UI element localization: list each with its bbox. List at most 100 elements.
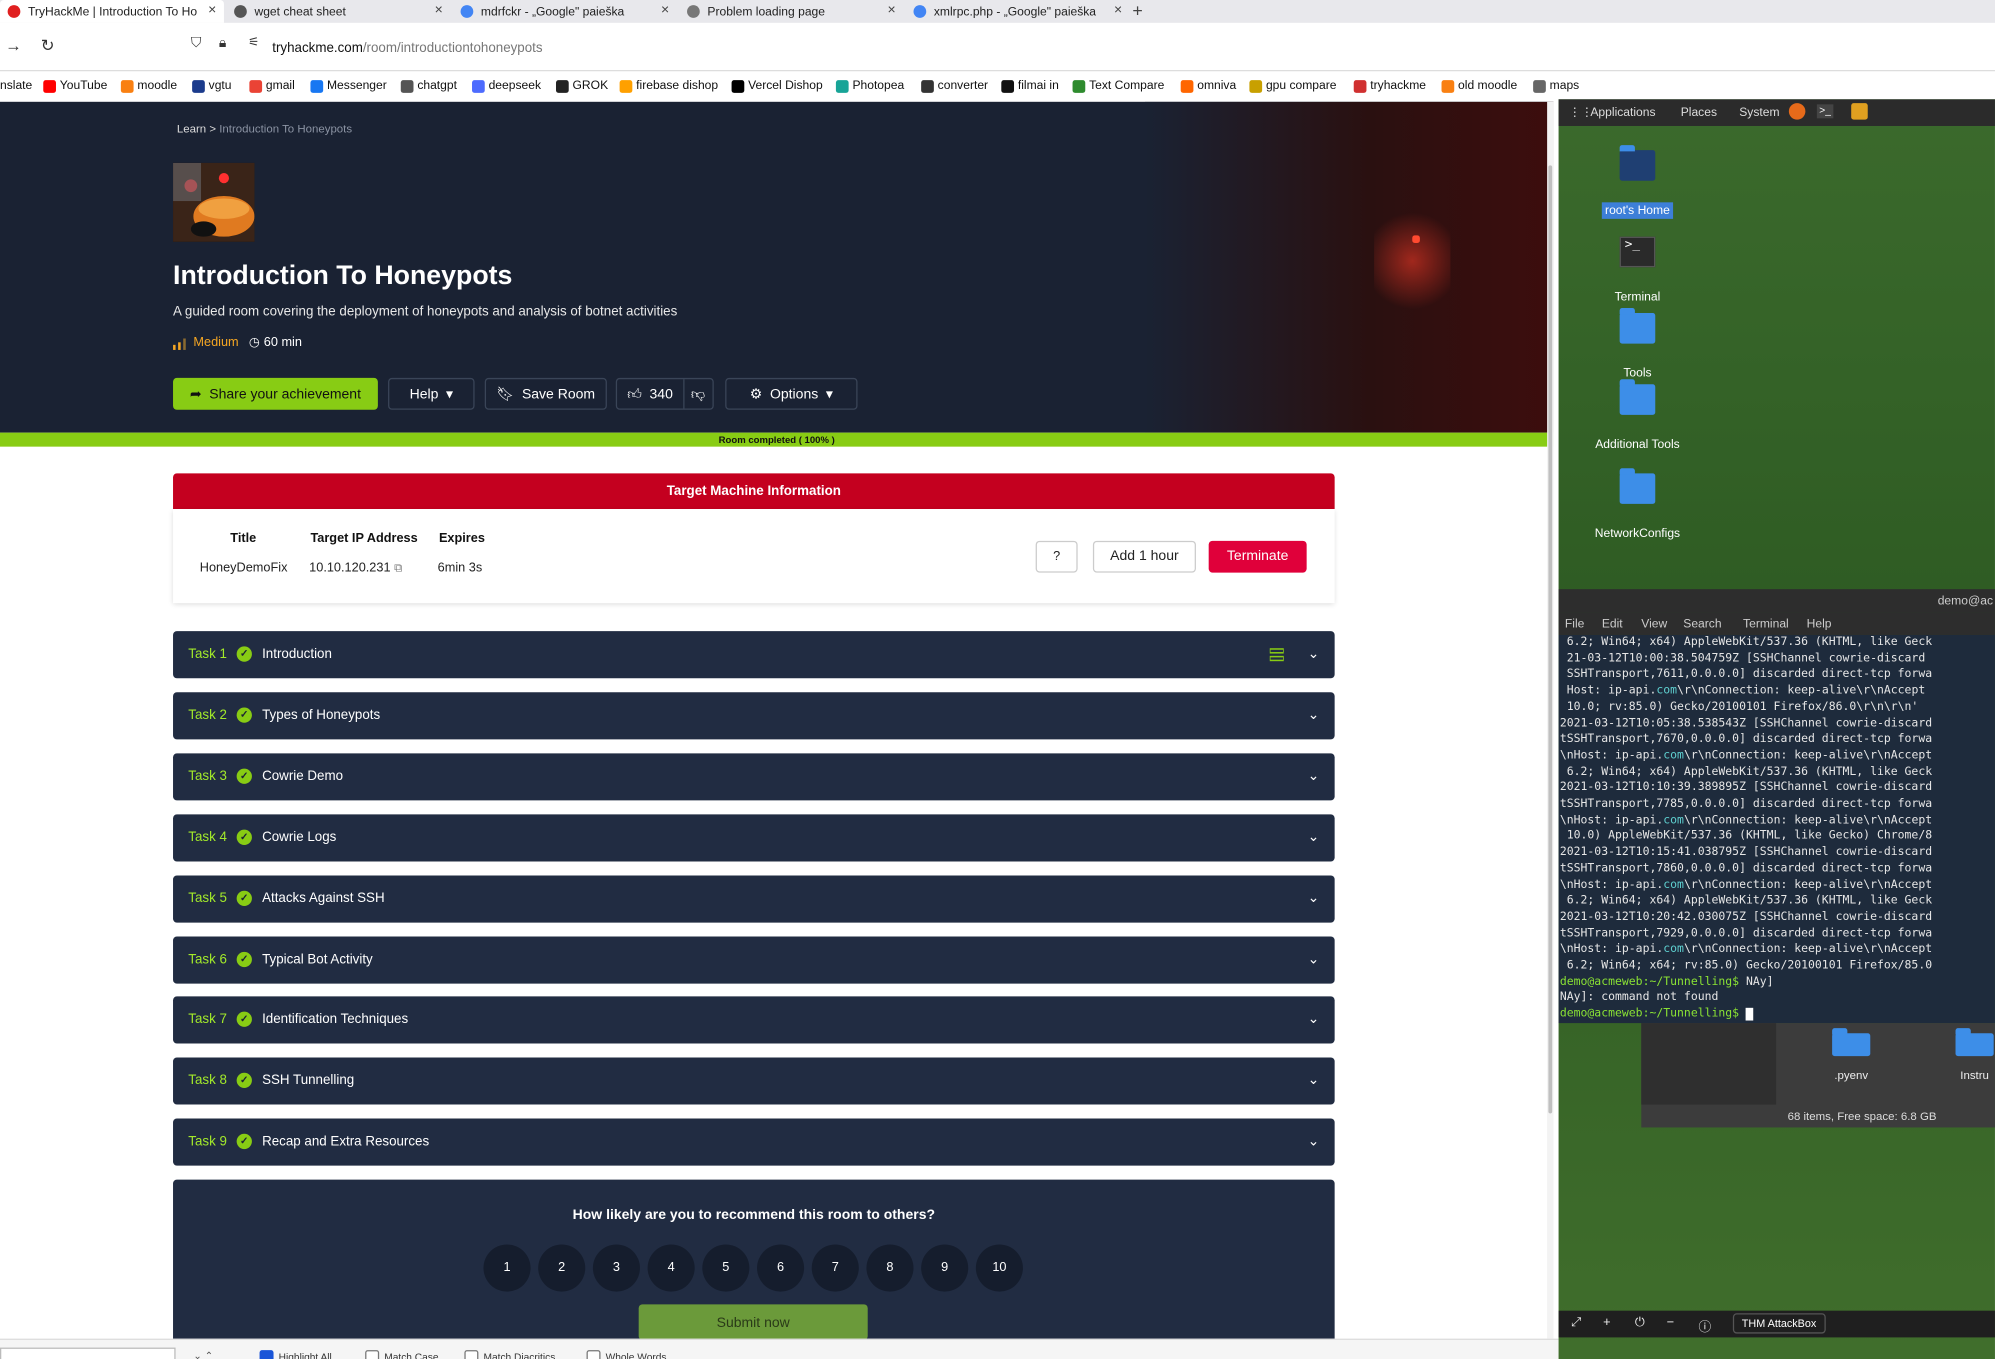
- chevron-down-icon[interactable]: ⌄: [1308, 706, 1320, 723]
- checkbox[interactable]: [365, 1350, 380, 1359]
- task-item[interactable]: Task 7 ✓ Identification Techniques ⌄: [173, 996, 1335, 1044]
- help-button[interactable]: Help ▾: [388, 377, 475, 410]
- bookmark-item[interactable]: filmai in: [1001, 79, 1059, 93]
- thumbs-up-icon[interactable]: 👍︎: [627, 386, 642, 402]
- desktop-icon[interactable]: root's Home: [1574, 145, 1701, 219]
- bookmark-item[interactable]: Photopea: [835, 79, 904, 93]
- find-option[interactable]: Match Diacritics: [464, 1350, 555, 1359]
- share-achievement-button[interactable]: ➦ Share your achievement: [173, 377, 378, 410]
- chevron-down-icon[interactable]: ⌄: [1308, 1071, 1320, 1088]
- bookmark-item[interactable]: omniva: [1180, 79, 1236, 93]
- copy-icon[interactable]: ⧉: [394, 561, 402, 574]
- rating-option[interactable]: 6: [757, 1244, 805, 1292]
- bookmark-item[interactable]: tryhackme: [1353, 79, 1426, 93]
- chevron-down-icon[interactable]: ⌄: [1308, 889, 1320, 906]
- rating-option[interactable]: 10: [975, 1244, 1023, 1292]
- save-room-button[interactable]: 🔖︎ Save Room: [484, 377, 607, 410]
- url-bar[interactable]: tryhackme.com/room/introductiontohoneypo…: [272, 41, 542, 56]
- file-manager-window[interactable]: .pyenv Instru 68 items, Free space: 6.8 …: [1641, 1023, 1995, 1128]
- bookmark-item[interactable]: vgtu: [192, 79, 232, 93]
- desktop-icon[interactable]: >_ Terminal: [1574, 236, 1701, 306]
- bookmark-item[interactable]: Messenger: [310, 79, 387, 93]
- fm-item-pyenv[interactable]: .pyenv: [1813, 1028, 1889, 1082]
- bookmark-item[interactable]: gpu compare: [1249, 79, 1336, 93]
- rating-option[interactable]: 2: [538, 1244, 586, 1292]
- browser-tab[interactable]: TryHackMe | Introduction To Ho ×: [0, 0, 224, 23]
- lock-icon[interactable]: 🔒︎: [219, 36, 226, 53]
- rating-option[interactable]: 3: [592, 1244, 640, 1292]
- bookmark-item[interactable]: nslate: [0, 79, 32, 93]
- terminal-menu-item[interactable]: Terminal: [1743, 617, 1789, 631]
- bookmark-item[interactable]: GROK: [555, 79, 608, 93]
- task-item[interactable]: Task 8 ✓ SSH Tunnelling ⌄: [173, 1057, 1335, 1105]
- reload-icon[interactable]: ↻: [41, 36, 55, 56]
- bookmark-item[interactable]: chatgpt: [400, 79, 457, 93]
- checkbox[interactable]: [586, 1350, 601, 1359]
- rating-option[interactable]: 8: [866, 1244, 914, 1292]
- task-item[interactable]: Task 6 ✓ Typical Bot Activity ⌄: [173, 936, 1335, 984]
- minimize-icon[interactable]: −: [1667, 1316, 1674, 1330]
- firefox-icon[interactable]: [1788, 103, 1806, 120]
- chevron-down-icon[interactable]: ⌄: [1308, 828, 1320, 845]
- terminal-menu-item[interactable]: File: [1565, 617, 1584, 631]
- terminal-menu-item[interactable]: View: [1641, 617, 1667, 631]
- chevron-down-icon[interactable]: ⌄: [1308, 1010, 1320, 1027]
- close-tab-icon[interactable]: ×: [208, 3, 216, 18]
- task-item[interactable]: Task 2 ✓ Types of Honeypots ⌄: [173, 692, 1335, 740]
- menu-system[interactable]: System: [1739, 106, 1779, 120]
- bookmark-item[interactable]: YouTube: [43, 79, 107, 93]
- browser-tab[interactable]: mdrfckr - „Google" paieška ×: [453, 0, 677, 23]
- thumbs-down-icon[interactable]: 👎︎: [691, 386, 705, 402]
- power-icon[interactable]: ⏻: [1635, 1316, 1645, 1330]
- options-button[interactable]: ⚙ Options ▾: [725, 377, 858, 410]
- close-tab-icon[interactable]: ×: [888, 3, 896, 18]
- checkbox[interactable]: [464, 1350, 479, 1359]
- chevron-down-icon[interactable]: ⌄: [1308, 645, 1320, 661]
- terminal-menu-item[interactable]: Search: [1683, 617, 1721, 631]
- menu-applications[interactable]: Applications: [1590, 106, 1655, 120]
- apps-grid-icon[interactable]: ⋮⋮: [1569, 106, 1593, 120]
- bookmark-item[interactable]: converter: [921, 79, 988, 93]
- bookmark-item[interactable]: deepseek: [472, 79, 541, 93]
- task-item[interactable]: Task 5 ✓ Attacks Against SSH ⌄: [173, 875, 1335, 923]
- fullscreen-icon[interactable]: ⤢: [1571, 1316, 1581, 1330]
- machine-help-button[interactable]: ?: [1035, 540, 1078, 573]
- task-item[interactable]: Task 1 ✓ Introduction ⌄: [173, 631, 1335, 679]
- terminate-button[interactable]: Terminate: [1208, 540, 1307, 573]
- task-item[interactable]: Task 4 ✓ Cowrie Logs ⌄: [173, 814, 1335, 862]
- rating-option[interactable]: 4: [647, 1244, 695, 1292]
- rating-option[interactable]: 1: [483, 1244, 531, 1292]
- rating-option[interactable]: 7: [811, 1244, 859, 1292]
- browser-tab[interactable]: Problem loading page ×: [679, 0, 903, 23]
- bookmark-item[interactable]: Text Compare: [1072, 79, 1164, 93]
- page-settings-icon[interactable]: ⚟: [248, 36, 259, 50]
- find-nav-icons[interactable]: ⌄ ⌃: [193, 1350, 213, 1359]
- shield-icon[interactable]: ⛉: [191, 36, 201, 53]
- bookmark-item[interactable]: Vercel Dishop: [731, 79, 823, 93]
- close-tab-icon[interactable]: ×: [1114, 3, 1122, 18]
- browser-tab[interactable]: xmlrpc.php - „Google" paieška ×: [906, 0, 1130, 23]
- bookmark-item[interactable]: maps: [1533, 79, 1579, 93]
- desktop-icon[interactable]: NetworkConfigs: [1574, 468, 1701, 542]
- browser-tab[interactable]: wget cheat sheet ×: [226, 0, 450, 23]
- bookmark-item[interactable]: gmail: [249, 79, 295, 93]
- fm-item-instructions[interactable]: Instru: [1936, 1028, 1995, 1082]
- desktop-icon[interactable]: Additional Tools: [1574, 379, 1701, 453]
- terminal-menu-item[interactable]: Help: [1807, 617, 1832, 631]
- burpsuite-icon[interactable]: [1851, 103, 1868, 120]
- bookmark-item[interactable]: firebase dishop: [619, 79, 718, 93]
- task-item[interactable]: Task 9 ✓ Recap and Extra Resources ⌄: [173, 1118, 1335, 1166]
- close-tab-icon[interactable]: ×: [661, 3, 669, 18]
- terminal-output[interactable]: 6.2; Win64; x64) AppleWebKit/537.36 (KHT…: [1558, 634, 1995, 1024]
- close-tab-icon[interactable]: ×: [435, 3, 443, 18]
- new-tab-button[interactable]: +: [1132, 0, 1142, 20]
- add-hour-button[interactable]: Add 1 hour: [1092, 540, 1196, 573]
- checkbox[interactable]: [259, 1350, 274, 1359]
- find-option[interactable]: Match Case: [365, 1350, 439, 1359]
- find-option[interactable]: Highlight All: [259, 1350, 332, 1359]
- info-icon[interactable]: ⓘ: [1699, 1316, 1712, 1335]
- attackbox-desktop[interactable]: ⋮⋮ Applications Places System >_ root's …: [1558, 99, 1995, 1359]
- rating-option[interactable]: 5: [702, 1244, 750, 1292]
- find-option[interactable]: Whole Words: [586, 1350, 667, 1359]
- forward-icon[interactable]: →: [5, 36, 22, 55]
